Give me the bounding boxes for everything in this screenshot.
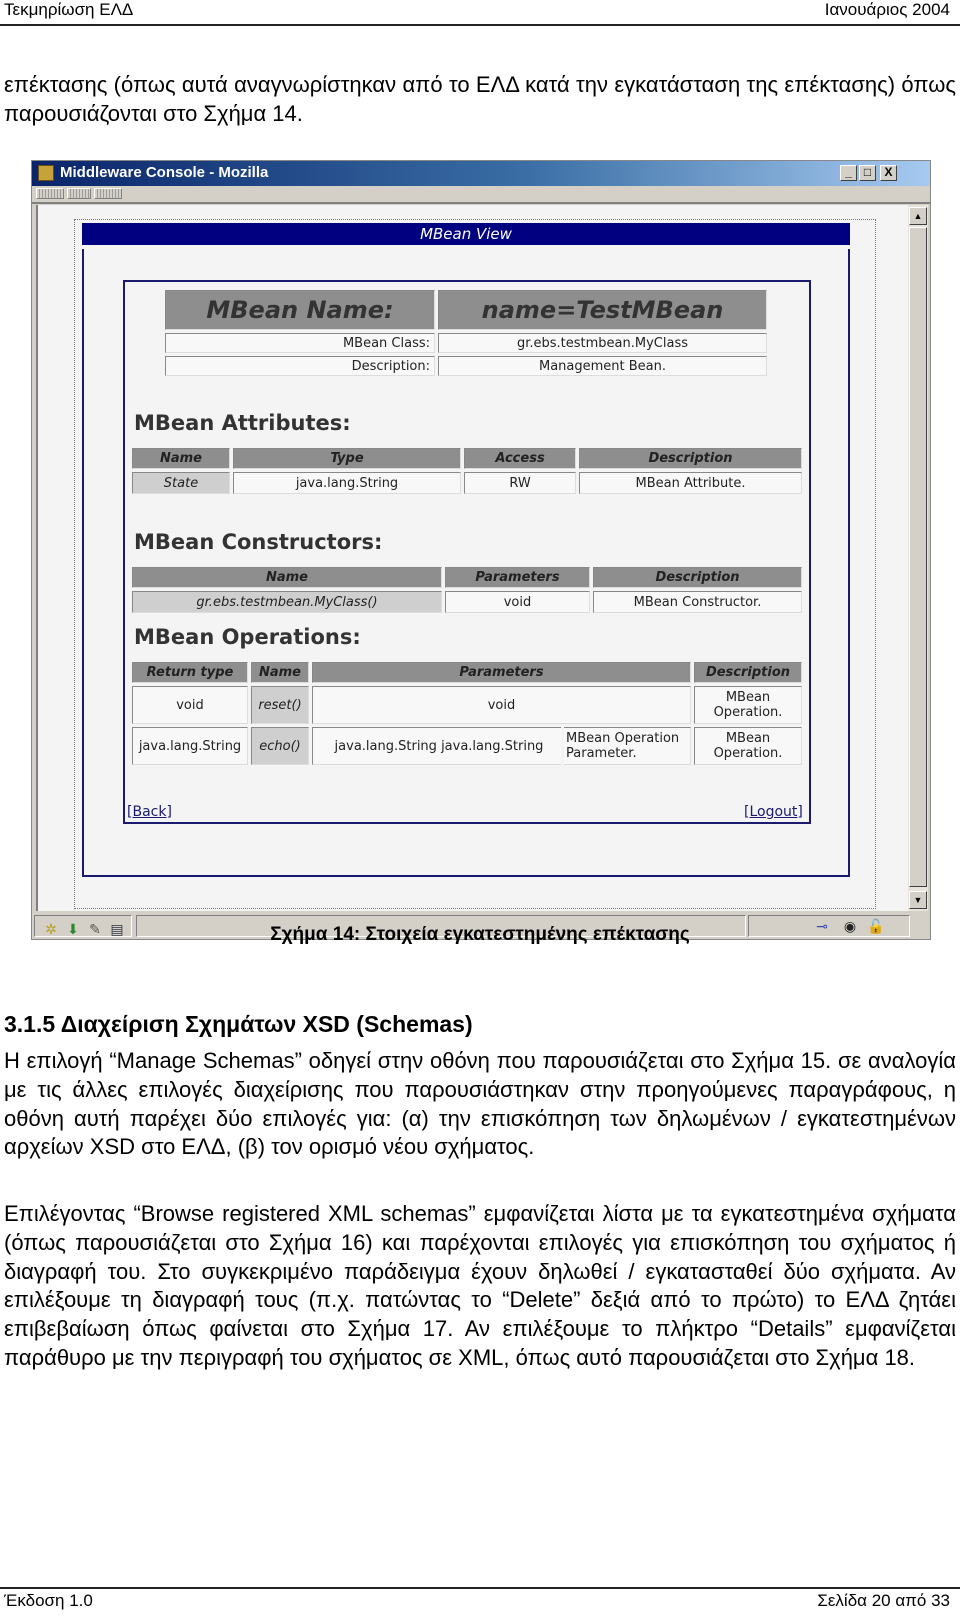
op-col-parameters: Parameters — [312, 662, 691, 683]
op-description-cell: MBean Operation. — [694, 727, 802, 765]
mbean-description-label: Description: — [165, 356, 435, 376]
logout-link[interactable]: Logout — [749, 804, 797, 820]
op-return-type-cell: void — [132, 686, 248, 724]
mbean-description-value: Management Bean. — [438, 356, 767, 376]
footer-page-number: Σελίδα 20 από 33 — [817, 1591, 950, 1610]
attr-access-cell: RW — [464, 472, 576, 494]
window-titlebar: Middleware Console - Mozilla _ □ X — [32, 161, 930, 186]
operations-heading: MBean Operations: — [134, 625, 361, 649]
op-param-type: java.lang.String — [334, 738, 437, 754]
minimize-button[interactable]: _ — [840, 165, 857, 181]
op-description-cell: MBean Operation. — [694, 686, 802, 724]
close-button[interactable]: X — [880, 165, 897, 181]
attr-col-description: Description — [579, 448, 802, 469]
footer-version: Έκδοση 1.0 — [4, 1591, 93, 1610]
attr-description-cell: MBean Attribute. — [579, 472, 802, 494]
toolbar-grip-1[interactable] — [36, 188, 64, 199]
browser-window-screenshot: Middleware Console - Mozilla _ □ X MBean… — [31, 160, 931, 940]
mbean-class-label: MBean Class: — [165, 333, 435, 353]
op-param-name: java.lang.String — [441, 738, 544, 754]
op-col-return-type: Return type — [132, 662, 248, 683]
scroll-down-arrow-icon[interactable]: ▼ — [909, 891, 927, 909]
ctor-col-description: Description — [593, 567, 802, 588]
scrollbar-thumb[interactable] — [909, 227, 927, 887]
window-title: Middleware Console - Mozilla — [60, 164, 269, 181]
op-name-cell[interactable]: reset() — [251, 686, 309, 724]
attr-col-type: Type — [233, 448, 461, 469]
bracket-close: ] — [166, 804, 172, 820]
constructors-heading: MBean Constructors: — [134, 530, 383, 554]
section-paragraph-2: Επιλέγοντας “Browse registered XML schem… — [4, 1201, 956, 1370]
header-date: Ιανουάριος 2004 — [824, 0, 950, 19]
op-col-name: Name — [251, 662, 309, 683]
mbean-name-table: MBean Name: name=TestMBean MBean Class: … — [162, 287, 770, 379]
attr-type-cell: java.lang.String — [233, 472, 461, 494]
op-name-cell[interactable]: echo() — [251, 727, 309, 765]
ctor-name-cell[interactable]: gr.ebs.testmbean.MyClass() — [132, 591, 442, 613]
logout-link-wrapper: [Logout] — [744, 804, 803, 820]
ctor-description-cell: MBean Constructor. — [593, 591, 802, 613]
op-param-description: MBean Operation Parameter. — [564, 727, 691, 765]
op-col-description: Description — [694, 662, 802, 683]
constructor-row: gr.ebs.testmbean.MyClass() void MBean Co… — [132, 591, 802, 613]
section-paragraph-1: Η επιλογή “Manage Schemas” οδηγεί στην ο… — [4, 1048, 956, 1160]
attr-name-cell[interactable]: State — [132, 472, 230, 494]
operation-row: void reset() void MBean Operation. — [132, 686, 802, 724]
vertical-scrollbar[interactable]: ▲ ▼ — [908, 205, 928, 911]
constructors-table: Name Parameters Description gr.ebs.testm… — [129, 564, 805, 616]
ctor-col-name: Name — [132, 567, 442, 588]
operation-row: java.lang.String echo() java.lang.String… — [132, 727, 802, 765]
maximize-button[interactable]: □ — [859, 165, 876, 181]
toolbar-grip-2[interactable] — [67, 188, 91, 199]
ctor-parameters-cell: void — [445, 591, 590, 613]
scroll-up-arrow-icon[interactable]: ▲ — [909, 207, 927, 225]
back-link-wrapper: [Back] — [127, 804, 172, 820]
attr-col-name: Name — [132, 448, 230, 469]
figure-caption: Σχήμα 14: Στοιχεία εγκατεστημένης επέκτα… — [270, 924, 690, 945]
section-heading: 3.1.5 Διαχείριση Σχημάτων XSD (Schemas) — [4, 1011, 473, 1037]
mbean-class-value: gr.ebs.testmbean.MyClass — [438, 333, 767, 353]
op-return-type-cell: java.lang.String — [132, 727, 248, 765]
mozilla-app-icon — [38, 165, 54, 181]
bracket-close: ] — [797, 804, 803, 820]
attr-col-access: Access — [464, 448, 576, 469]
op-parameters-cell: void — [312, 686, 691, 724]
attributes-heading: MBean Attributes: — [134, 411, 351, 435]
back-link[interactable]: Back — [132, 804, 166, 820]
header-doc-title: Τεκμηρίωση ΕΛΔ — [4, 0, 134, 19]
content-viewport: MBean View MBean Name: name=TestMBean MB… — [36, 205, 910, 911]
collapsed-toolbars — [32, 186, 930, 204]
attribute-row: State java.lang.String RW MBean Attribut… — [132, 472, 802, 494]
mbean-view-banner: MBean View — [82, 223, 850, 245]
mbean-name-label: MBean Name: — [165, 290, 435, 330]
intro-paragraph: επέκτασης (όπως αυτά αναγνωρίστηκαν από … — [4, 72, 956, 126]
toolbar-grip-3[interactable] — [94, 188, 122, 199]
page-footer: Έκδοση 1.0 Σελίδα 20 από 33 — [0, 1587, 960, 1610]
ctor-col-parameters: Parameters — [445, 567, 590, 588]
page-header: Τεκμηρίωση ΕΛΔ Ιανουάριος 2004 — [0, 0, 960, 26]
op-parameter-types-cell: java.lang.String java.lang.String — [312, 727, 561, 765]
operations-table: Return type Name Parameters Description … — [129, 659, 805, 768]
mbean-name-value: name=TestMBean — [438, 290, 767, 330]
attributes-table: Name Type Access Description State java.… — [129, 445, 805, 497]
